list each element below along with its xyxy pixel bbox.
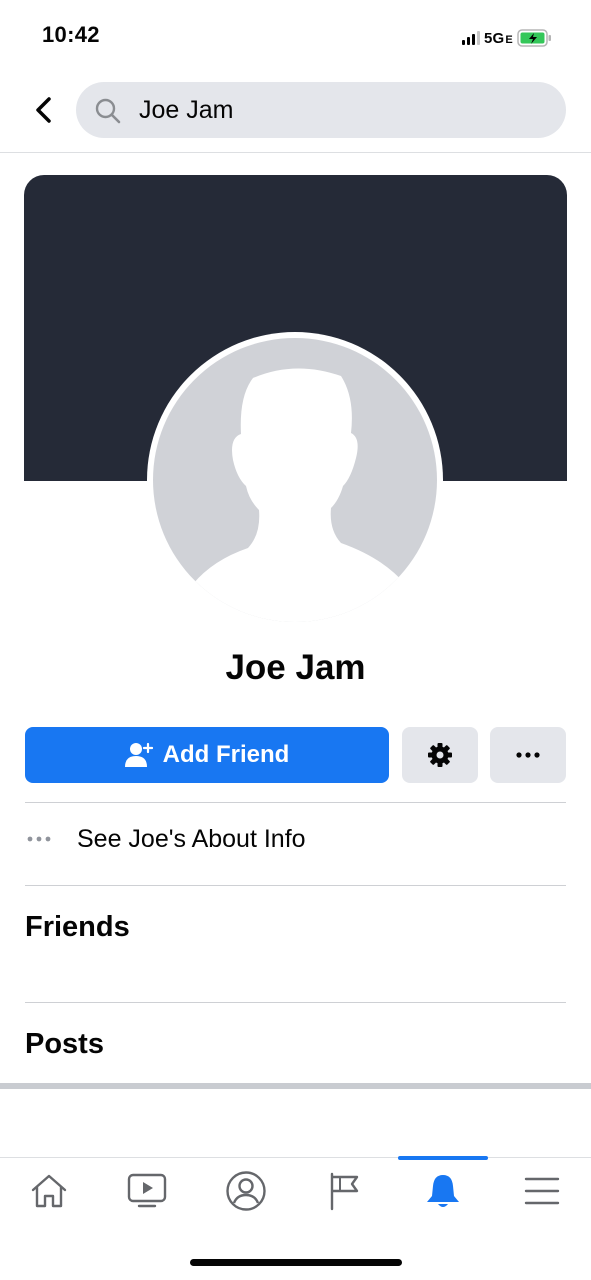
notifications-bell-icon bbox=[427, 1175, 459, 1207]
posts-heading: Posts bbox=[25, 1028, 104, 1060]
gear-icon bbox=[428, 743, 452, 767]
friends-heading: Friends bbox=[25, 911, 130, 943]
tab-notifications[interactable] bbox=[394, 1160, 492, 1222]
divider bbox=[25, 1002, 566, 1003]
back-button[interactable] bbox=[28, 92, 58, 128]
status-indicators: 5GE bbox=[462, 27, 553, 49]
status-time: 10:42 bbox=[42, 22, 100, 47]
settings-button[interactable] bbox=[402, 727, 478, 783]
home-indicator[interactable] bbox=[190, 1259, 402, 1266]
profile-name: Joe Jam bbox=[225, 648, 366, 687]
profile-picture[interactable] bbox=[147, 332, 443, 628]
default-avatar-silhouette bbox=[193, 368, 405, 622]
profile-icon bbox=[226, 1171, 266, 1211]
avatar-placeholder bbox=[153, 338, 437, 622]
menu-icon bbox=[524, 1177, 560, 1205]
add-friend-icon bbox=[124, 742, 153, 767]
home-icon bbox=[31, 1174, 67, 1208]
pages-flag-icon bbox=[330, 1172, 359, 1211]
signal-icon bbox=[462, 31, 480, 45]
search-icon bbox=[95, 98, 121, 124]
more-horizontal-icon bbox=[516, 752, 540, 758]
add-friend-button[interactable]: Add Friend bbox=[25, 727, 389, 783]
search-query: Joe Jam bbox=[139, 96, 234, 124]
chevron-left-icon bbox=[36, 97, 51, 123]
tab-profile[interactable] bbox=[197, 1160, 295, 1222]
header-divider bbox=[0, 152, 591, 153]
video-icon bbox=[127, 1173, 167, 1208]
tab-home[interactable] bbox=[0, 1160, 98, 1222]
section-separator bbox=[0, 1083, 591, 1089]
more-options-button[interactable] bbox=[490, 727, 566, 783]
battery-icon bbox=[517, 29, 551, 47]
tab-bar-divider bbox=[0, 1157, 591, 1158]
tab-pages[interactable] bbox=[296, 1160, 394, 1222]
add-friend-label: Add Friend bbox=[162, 741, 290, 768]
search-bar[interactable]: Joe Jam bbox=[76, 82, 566, 138]
tab-menu[interactable] bbox=[493, 1160, 591, 1222]
about-info-label: See Joe's About Info bbox=[77, 824, 306, 853]
ellipsis-icon bbox=[27, 836, 51, 842]
divider bbox=[25, 885, 566, 886]
tab-video[interactable] bbox=[98, 1160, 196, 1222]
network-label: 5GE bbox=[484, 29, 513, 47]
divider bbox=[25, 802, 566, 803]
about-info-link[interactable]: See Joe's About Info bbox=[25, 810, 566, 868]
